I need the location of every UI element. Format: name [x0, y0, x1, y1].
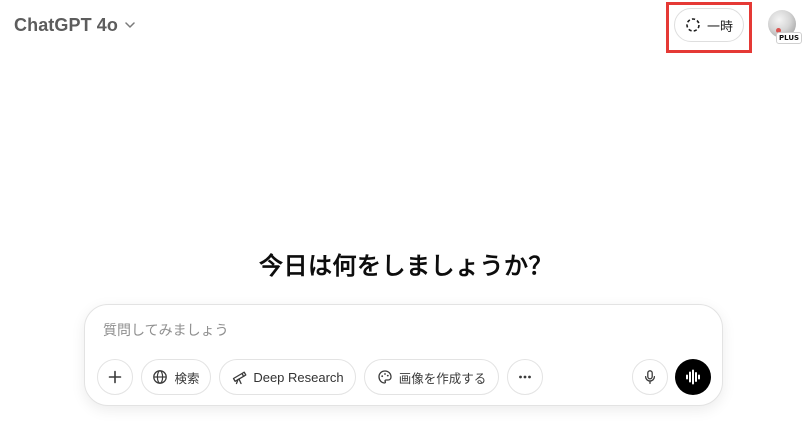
- dictate-button[interactable]: [632, 359, 668, 395]
- top-bar: ChatGPT 4o 一時 PLUS: [0, 0, 812, 53]
- model-name: ChatGPT 4o: [14, 14, 119, 35]
- search-button-label: 検索: [174, 370, 200, 386]
- search-button[interactable]: 検索: [141, 359, 211, 395]
- globe-icon: [152, 369, 168, 385]
- plan-badge: PLUS: [776, 32, 803, 44]
- create-image-button[interactable]: 画像を作成する: [364, 359, 499, 395]
- microphone-icon: [642, 369, 658, 385]
- waveform-icon: [684, 368, 702, 386]
- model-selector[interactable]: ChatGPT 4o: [6, 8, 146, 42]
- greeting-heading: 今日は何をしましょうか？: [259, 252, 553, 280]
- add-button[interactable]: [97, 359, 133, 395]
- prompt-input[interactable]: [103, 319, 703, 343]
- ellipsis-icon: [517, 369, 533, 385]
- deep-research-button-label: Deep Research: [253, 369, 344, 385]
- temporary-chat-label: 一時: [706, 19, 733, 35]
- profile-menu[interactable]: PLUS: [766, 8, 803, 44]
- more-tools-button[interactable]: [507, 359, 543, 395]
- plus-icon: [107, 369, 123, 385]
- chevron-down-icon: [122, 17, 138, 33]
- deep-research-button[interactable]: Deep Research: [219, 359, 356, 395]
- palette-icon: [377, 369, 393, 385]
- create-image-button-label: 画像を作成する: [398, 370, 487, 386]
- prompt-composer: 検索 Deep Research 画像を作成する: [84, 304, 723, 406]
- temporary-chat-button[interactable]: 一時: [674, 8, 744, 42]
- dashed-circle-icon: [685, 17, 701, 33]
- voice-mode-button[interactable]: [675, 359, 711, 395]
- telescope-icon: [231, 369, 247, 385]
